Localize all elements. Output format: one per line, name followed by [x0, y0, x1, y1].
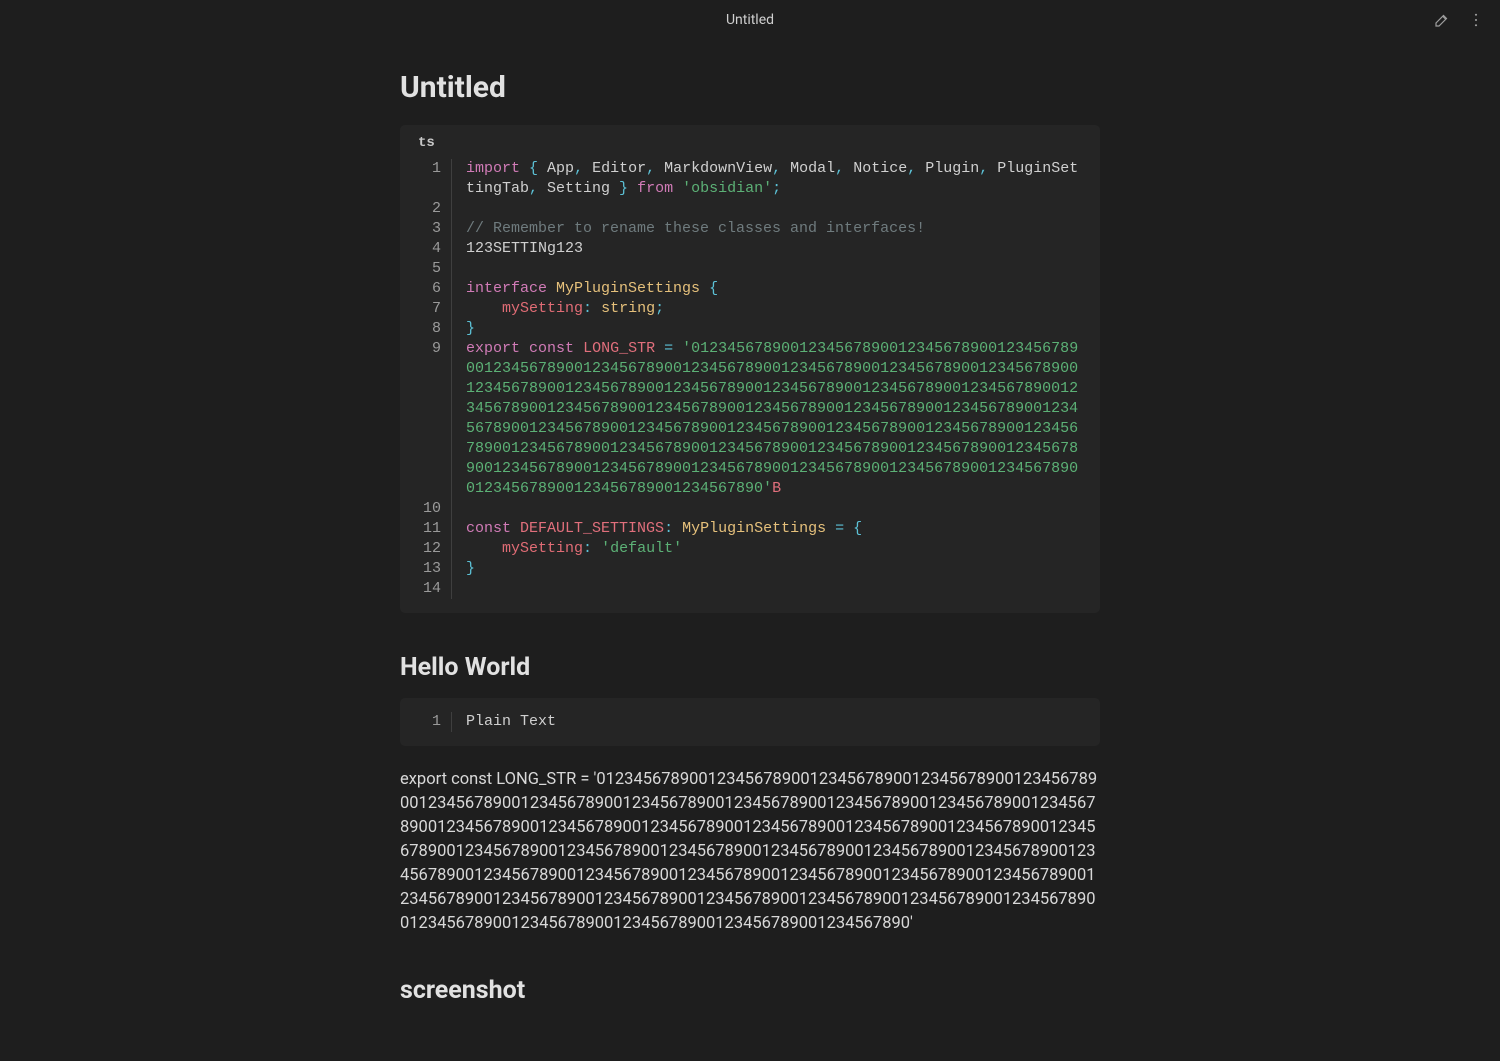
code-line — [466, 199, 1086, 219]
line-number: 4 — [414, 239, 441, 259]
code-line — [466, 499, 1086, 519]
line-number: 2 — [414, 199, 441, 219]
code-line: mySetting: 'default' — [466, 539, 1086, 559]
line-number: 11 — [414, 519, 441, 539]
line-number: 3 — [414, 219, 441, 239]
heading-screenshot[interactable]: screenshot — [400, 976, 1100, 1005]
line-number: 7 — [414, 299, 441, 319]
code-lines[interactable]: import { App, Editor, MarkdownView, Moda… — [452, 159, 1086, 599]
code-line: Plain Text — [466, 712, 1086, 732]
code-line: } — [466, 319, 1086, 339]
code-line: mySetting: string; — [466, 299, 1086, 319]
code-lines[interactable]: Plain Text — [452, 712, 1086, 732]
line-number: 14 — [414, 579, 441, 599]
paragraph-long-str[interactable]: export const LONG_STR = '012345678900123… — [400, 768, 1100, 936]
line-number: 10 — [414, 499, 441, 519]
line-number: 1 — [414, 712, 441, 732]
code-line — [466, 259, 1086, 279]
code-line: interface MyPluginSettings { — [466, 279, 1086, 299]
titlebar: Untitled — [0, 0, 1500, 40]
code-line: 123SETTINg123 — [466, 239, 1086, 259]
code-lang-label: ts — [400, 125, 1100, 159]
code-line — [466, 579, 1086, 599]
heading-hello-world[interactable]: Hello World — [400, 653, 1100, 682]
note-body[interactable]: Untitled ts 1234567891011121314 import {… — [400, 40, 1100, 1061]
edit-icon[interactable] — [1432, 10, 1452, 30]
tab-title[interactable]: Untitled — [726, 12, 774, 28]
code-line: export const LONG_STR = '012345678900123… — [466, 339, 1086, 499]
line-number: 1 — [414, 159, 441, 199]
page-title[interactable]: Untitled — [400, 70, 1100, 105]
line-number: 12 — [414, 539, 441, 559]
titlebar-actions — [1432, 0, 1486, 40]
line-number: 5 — [414, 259, 441, 279]
code-line: const DEFAULT_SETTINGS: MyPluginSettings… — [466, 519, 1086, 539]
more-icon[interactable] — [1466, 10, 1486, 30]
code-gutter: 1234567891011121314 — [414, 159, 452, 599]
code-line: import { App, Editor, MarkdownView, Moda… — [466, 159, 1086, 199]
line-number: 6 — [414, 279, 441, 299]
line-number: 13 — [414, 559, 441, 579]
code-gutter: 1 — [414, 712, 452, 732]
code-block-plain[interactable]: 1 Plain Text — [400, 698, 1100, 746]
code-line: } — [466, 559, 1086, 579]
code-line: // Remember to rename these classes and … — [466, 219, 1086, 239]
code-block-ts[interactable]: ts 1234567891011121314 import { App, Edi… — [400, 125, 1100, 613]
line-number: 9 — [414, 339, 441, 499]
line-number: 8 — [414, 319, 441, 339]
